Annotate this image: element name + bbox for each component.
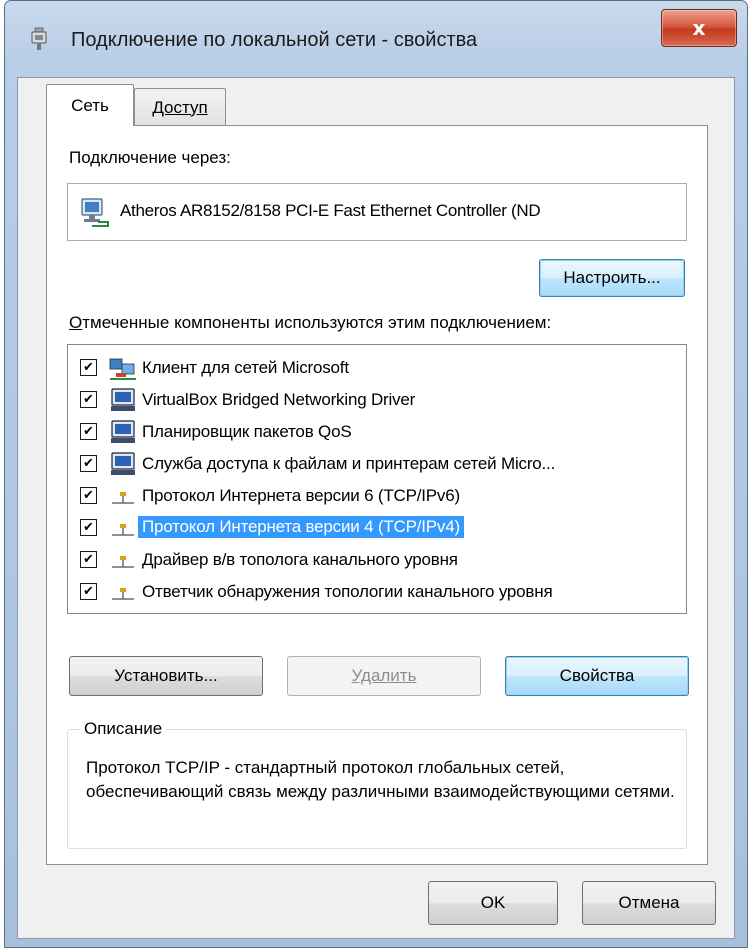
properties-dialog: Подключение по локальной сети - свойства… <box>4 0 748 948</box>
network-protocol-icon <box>112 492 134 504</box>
component-checkbox[interactable]: ✔ <box>80 487 97 504</box>
component-checkbox[interactable]: ✔ <box>80 391 97 408</box>
window-title: Подключение по локальной сети - свойства <box>71 29 478 51</box>
adapter-name: Atheros AR8152/8158 PCI-E Fast Ethernet … <box>120 201 541 220</box>
dialog-client-area: Сеть Доступ Подключение через: Atheros A… <box>17 77 735 939</box>
tab-sharing-label: Доступ <box>152 97 208 117</box>
configure-button-label: Настроить... <box>563 268 661 287</box>
components-label-accesskey: О <box>69 313 83 332</box>
component-label: Драйвер в/в тополога канального уровня <box>142 550 458 569</box>
description-text: Протокол TCP/IP - стандартный протокол г… <box>86 758 675 801</box>
properties-button-label: Свойства <box>559 666 635 685</box>
remove-button[interactable]: Удалить <box>287 656 481 696</box>
install-button[interactable]: Установить... <box>69 656 263 696</box>
tab-network-label: Сеть <box>71 95 109 115</box>
component-item[interactable]: ✔ Служба доступа к файлам и принтерам сет… <box>68 447 686 481</box>
component-label: VirtualBox Bridged Networking Driver <box>142 390 416 409</box>
component-label: Протокол Интернета версии 4 (TCP/IPv4) <box>138 516 464 538</box>
component-item[interactable]: ✔ Драйвер в/в тополога канального уровня <box>68 543 686 577</box>
close-button[interactable]: x <box>661 9 737 47</box>
component-checkbox[interactable]: ✔ <box>80 359 97 376</box>
component-label: Ответчик обнаружения топологии канальног… <box>142 582 553 601</box>
network-protocol-icon <box>112 588 134 600</box>
network-adapter-icon <box>81 198 109 227</box>
network-tab-panel: Подключение через: Atheros AR8152/8158 P… <box>46 125 708 865</box>
component-item[interactable]: ✔ Протокол Интернета версии 4 (TCP/IPv4) <box>68 511 686 545</box>
cancel-button-label: Отмена <box>618 893 680 912</box>
title-bar[interactable]: Подключение по локальной сети - свойства… <box>5 1 747 77</box>
component-checkbox[interactable]: ✔ <box>80 423 97 440</box>
adapter-field[interactable]: Atheros AR8152/8158 PCI-E Fast Ethernet … <box>67 183 687 241</box>
install-button-label: Установить... <box>114 666 218 685</box>
network-adapter-icon <box>31 27 47 50</box>
component-label: Протокол Интернета версии 6 (TCP/IPv6) <box>142 486 460 505</box>
component-label: Планировщик пакетов QoS <box>142 422 352 441</box>
cancel-button[interactable]: Отмена <box>582 881 716 925</box>
close-icon: x <box>692 16 706 40</box>
configure-button[interactable]: Настроить... <box>539 259 685 297</box>
component-checkbox[interactable]: ✔ <box>80 455 97 472</box>
network-protocol-icon <box>112 556 134 568</box>
network-protocol-icon <box>112 524 134 536</box>
component-checkbox[interactable]: ✔ <box>80 551 97 568</box>
network-service-icon <box>111 388 135 411</box>
ok-button[interactable]: OK <box>428 881 558 925</box>
description-group: Описание Протокол TCP/IP - стандартный п… <box>67 719 687 849</box>
network-service-icon <box>111 452 135 475</box>
tab-sharing[interactable]: Доступ <box>134 88 226 126</box>
component-item[interactable]: ✔ Планировщик пакетов QoS <box>68 415 686 449</box>
components-label: Отмеченные компоненты используются этим … <box>69 313 551 333</box>
connect-via-label: Подключение через: <box>69 148 231 167</box>
component-label: Клиент для сетей Microsoft <box>142 358 349 377</box>
tab-network[interactable]: Сеть <box>46 84 134 126</box>
components-list[interactable]: ✔ Клиент для сетей Microsoft ✔ VirtualBox B… <box>67 344 687 614</box>
component-checkbox[interactable]: ✔ <box>80 519 97 536</box>
component-item[interactable]: ✔ Ответчик обнаружения топологии канально… <box>68 575 686 609</box>
network-client-icon <box>109 358 136 380</box>
component-item[interactable]: ✔ VirtualBox Bridged Networking Driver <box>68 383 686 417</box>
components-label-text: тмеченные компоненты используются этим п… <box>82 313 552 332</box>
component-item[interactable]: ✔ Протокол Интернета версии 6 (TCP/IPv6) <box>68 479 686 513</box>
component-label: Служба доступа к файлам и принтерам сете… <box>142 454 556 473</box>
ok-button-label: OK <box>480 893 506 912</box>
remove-button-label: Удалить <box>351 666 417 685</box>
component-checkbox[interactable]: ✔ <box>80 583 97 600</box>
description-title: Описание <box>80 719 167 739</box>
component-item[interactable]: ✔ Клиент для сетей Microsoft <box>68 351 686 385</box>
network-service-icon <box>111 420 135 443</box>
properties-button[interactable]: Свойства <box>505 656 689 696</box>
